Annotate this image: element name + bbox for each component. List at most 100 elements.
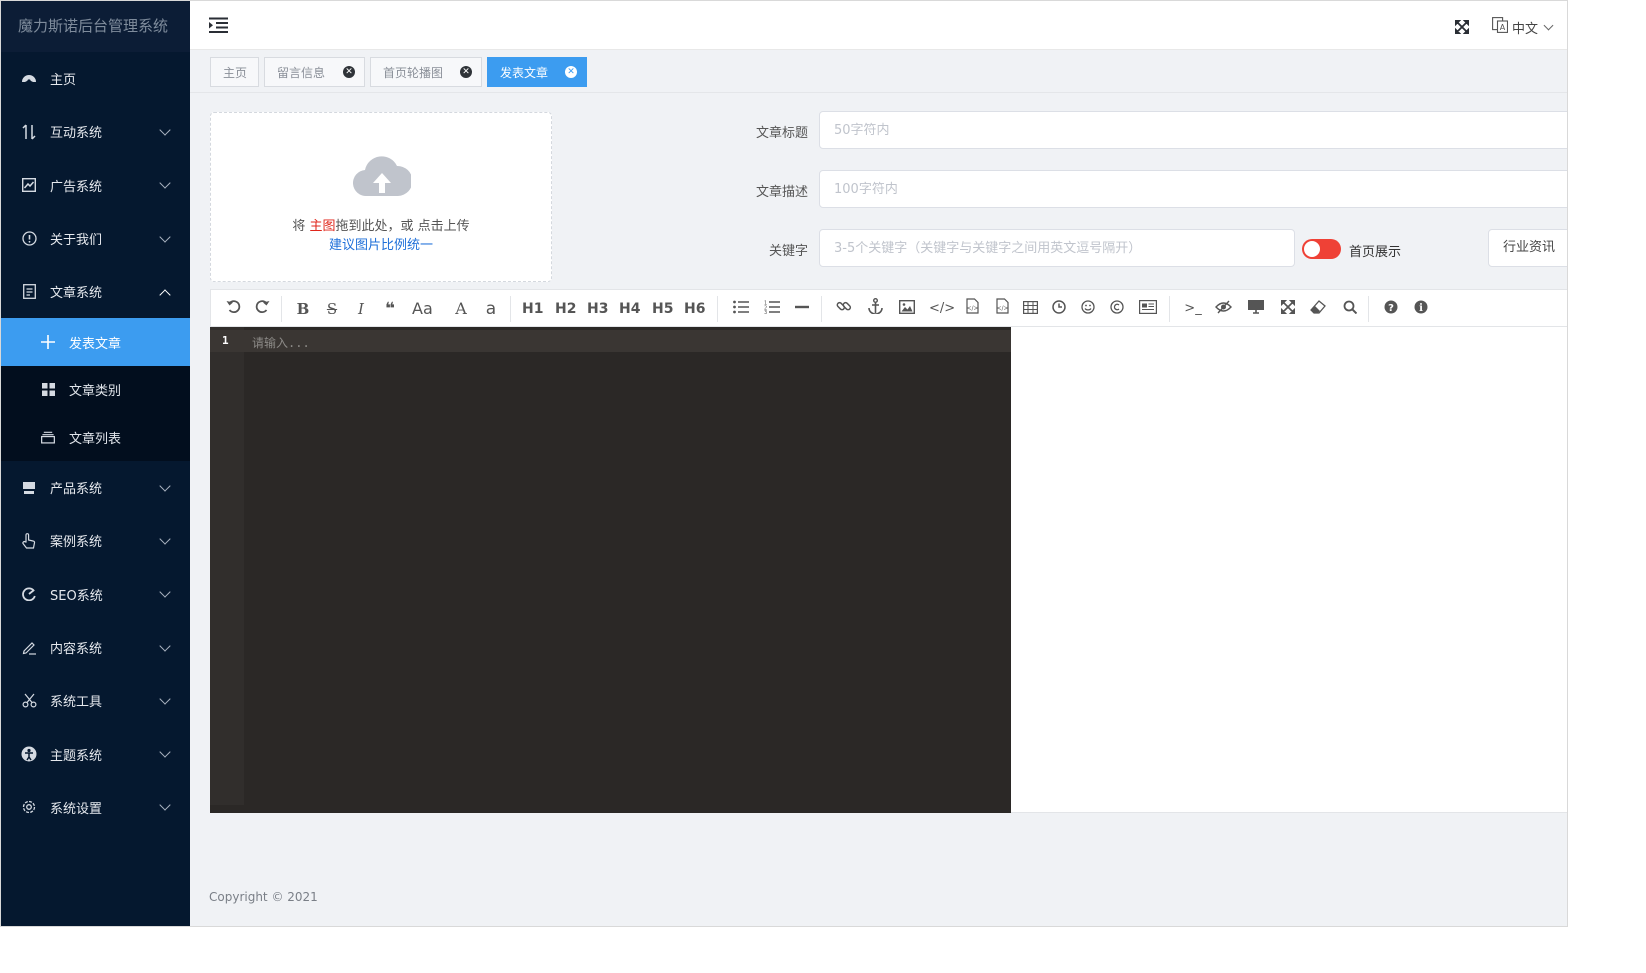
chevron-down-icon <box>159 479 171 492</box>
ordered-list-icon[interactable]: 123 <box>762 298 782 320</box>
interaction-icon <box>21 124 37 140</box>
preformatted-text-icon[interactable]: </> <box>992 298 1012 320</box>
sidebar-item-article-list[interactable]: 文章列表 <box>1 413 190 461</box>
h6-button[interactable]: H6 <box>684 298 705 320</box>
uppercase-button[interactable]: Aa <box>412 298 433 320</box>
sidebar-item-label: 关于我们 <box>50 233 103 249</box>
html-entities-icon[interactable] <box>1107 298 1127 320</box>
tab-home[interactable]: 主页 <box>210 57 259 87</box>
sidebar-item-settings[interactable]: 系统设置 <box>1 781 190 834</box>
table-icon[interactable] <box>1020 298 1040 320</box>
uppercase-all-button[interactable]: A <box>451 298 471 320</box>
unordered-list-icon[interactable] <box>731 298 751 320</box>
sidebar-item-interaction[interactable]: 互动系统 <box>1 105 190 158</box>
h3-button[interactable]: H3 <box>587 298 608 320</box>
watch-toggle-icon[interactable] <box>1213 298 1233 320</box>
description-input[interactable] <box>819 170 1567 208</box>
language-selector[interactable]: A 中文 <box>1492 17 1554 37</box>
menu-toggle-icon[interactable] <box>209 17 228 38</box>
title-input[interactable] <box>819 111 1567 149</box>
info-circle-icon <box>21 231 37 247</box>
sidebar-item-ads[interactable]: 广告系统 <box>1 159 190 212</box>
fullscreen-icon[interactable] <box>1454 19 1470 38</box>
link-icon[interactable] <box>834 298 854 320</box>
theme-icon <box>21 746 37 762</box>
editor-placeholder: 请输入... <box>252 336 310 350</box>
language-label: 中文 <box>1512 21 1539 37</box>
markdown-editor[interactable]: 1 请输入... <box>210 327 1011 813</box>
chart-icon <box>21 177 37 193</box>
info-icon[interactable]: i <box>1411 298 1431 320</box>
tab-messages[interactable]: 留言信息 ✕ <box>264 57 365 87</box>
seo-icon <box>21 586 37 602</box>
chevron-down-icon <box>159 124 171 136</box>
toolbar-separator <box>821 296 822 322</box>
bold-button[interactable]: B <box>293 298 313 320</box>
sidebar-item-home[interactable]: 主页 <box>1 52 190 105</box>
plus-icon <box>41 335 55 350</box>
svg-text:</>: </> <box>966 305 978 312</box>
image-upload-dropzone[interactable]: 将 主图拖到此处，或 点击上传 建议图片比例统一 <box>210 112 552 282</box>
chevron-down-icon <box>1543 20 1554 30</box>
tab-publish-article[interactable]: 发表文章 ✕ <box>487 57 587 87</box>
sidebar-item-theme[interactable]: 主题系统 <box>1 727 190 780</box>
preview-icon[interactable] <box>1246 298 1266 320</box>
close-icon[interactable]: ✕ <box>565 66 577 78</box>
undo-icon[interactable] <box>223 298 243 320</box>
top-header: A 中文 <box>190 1 1567 50</box>
chevron-down-icon <box>159 533 171 545</box>
pagebreak-icon[interactable] <box>1138 298 1158 320</box>
horizontal-rule-icon[interactable] <box>792 298 812 320</box>
toolbar-separator <box>717 296 718 322</box>
keyword-input[interactable] <box>819 229 1295 267</box>
cloud-upload-icon <box>352 153 413 201</box>
sidebar-item-products[interactable]: 产品系统 <box>1 461 190 514</box>
strikethrough-button[interactable]: S <box>322 298 342 320</box>
close-icon[interactable]: ✕ <box>343 66 355 78</box>
sidebar-item-about[interactable]: 关于我们 <box>1 212 190 265</box>
fullscreen-editor-icon[interactable] <box>1278 298 1298 320</box>
upload-text-prefix: 将 <box>292 219 310 234</box>
goto-line-icon[interactable]: >_ <box>1183 298 1203 320</box>
home-show-label: 首页展示 <box>1349 245 1402 260</box>
line-number: 1 <box>222 334 229 347</box>
sidebar-item-label: 互动系统 <box>50 126 103 142</box>
sidebar-item-article-category[interactable]: 文章类别 <box>1 366 190 414</box>
quote-button[interactable]: ❝ <box>380 298 400 320</box>
home-show-toggle[interactable] <box>1302 239 1341 259</box>
emoji-icon[interactable] <box>1078 298 1098 320</box>
sidebar-item-tools[interactable]: 系统工具 <box>1 674 190 727</box>
sidebar-item-cases[interactable]: 案例系统 <box>1 514 190 567</box>
redo-icon[interactable] <box>252 298 272 320</box>
help-icon[interactable]: ? <box>1381 298 1401 320</box>
chevron-up-icon <box>159 289 171 301</box>
h4-button[interactable]: H4 <box>619 298 640 320</box>
italic-button[interactable]: I <box>351 298 371 320</box>
code-icon[interactable]: </> <box>929 298 955 320</box>
chevron-down-icon <box>159 746 171 758</box>
h5-button[interactable]: H5 <box>652 298 673 320</box>
sidebar-item-seo[interactable]: SEO系统 <box>1 568 190 621</box>
clear-icon[interactable] <box>1308 298 1328 320</box>
h2-button[interactable]: H2 <box>555 298 576 320</box>
sidebar-item-articles[interactable]: 文章系统 <box>1 265 190 318</box>
category-select[interactable]: 行业资讯 <box>1488 229 1567 267</box>
datetime-icon[interactable] <box>1049 298 1069 320</box>
anchor-icon[interactable] <box>865 298 885 320</box>
sidebar-item-label: SEO系统 <box>50 588 103 604</box>
description-label: 文章描述 <box>755 185 808 200</box>
sidebar-item-content[interactable]: 内容系统 <box>1 621 190 674</box>
close-icon[interactable]: ✕ <box>460 66 472 78</box>
search-icon[interactable] <box>1340 298 1360 320</box>
tab-home-carousel[interactable]: 首页轮播图 ✕ <box>370 57 482 87</box>
upload-text-suffix: 拖到此处，或 点击上传 <box>335 219 470 234</box>
code-block-icon[interactable]: </> <box>962 298 982 320</box>
sidebar-item-publish-article[interactable]: 发表文章 <box>1 318 190 366</box>
lowercase-button[interactable]: a <box>481 298 501 320</box>
image-icon[interactable] <box>897 298 917 320</box>
scissors-icon <box>21 693 37 709</box>
toolbar-separator <box>1169 296 1170 322</box>
translate-icon: A <box>1492 17 1509 37</box>
upload-hint-link[interactable]: 建议图片比例统一 <box>211 234 551 253</box>
h1-button[interactable]: H1 <box>522 298 543 320</box>
